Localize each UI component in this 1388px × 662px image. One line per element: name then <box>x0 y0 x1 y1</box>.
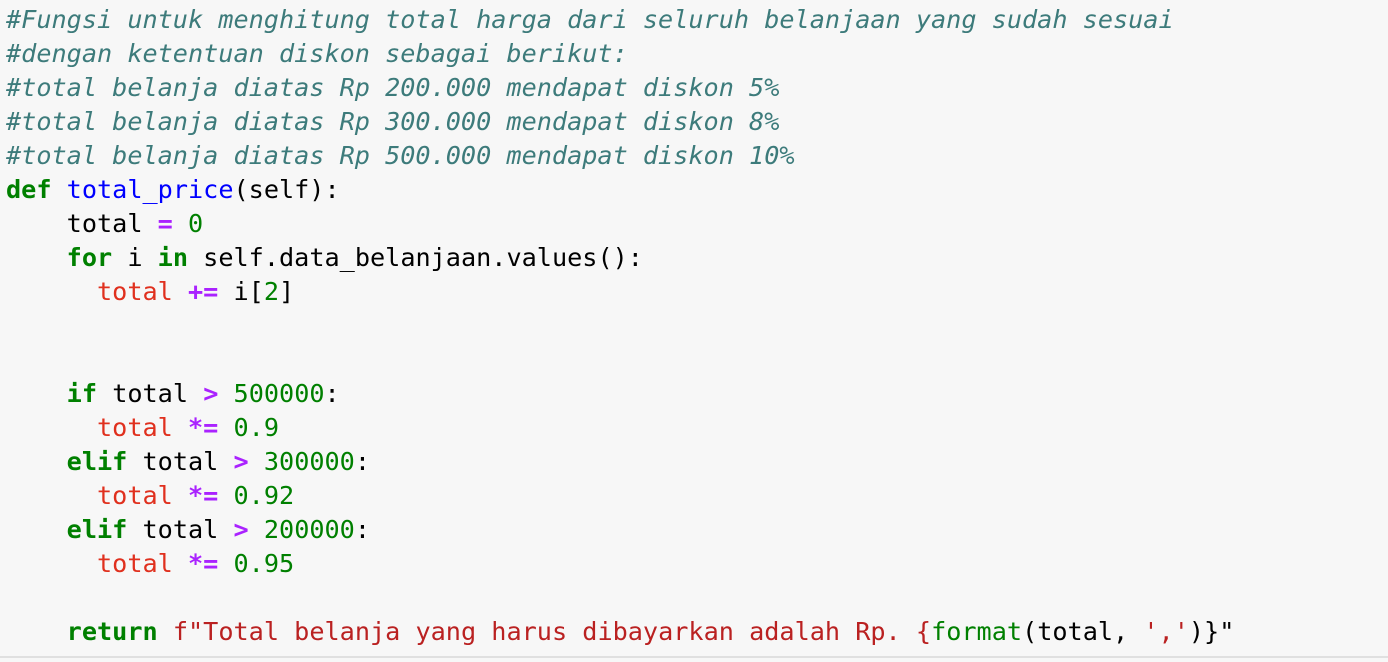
code-line-4: #total belanja diatas Rp 300.000 mendapa… <box>6 105 1388 139</box>
code-editor[interactable]: #Fungsi untuk menghitung total harga dar… <box>0 0 1388 649</box>
format-arguments: (total, <box>1022 617 1144 646</box>
number-literal: 300000 <box>263 447 355 476</box>
code-line-13: total *= 0.9 <box>6 411 1388 445</box>
code-line-12: if total > 500000: <box>6 377 1388 411</box>
variable-total: total <box>66 209 143 238</box>
function-signature: (self): <box>233 175 340 204</box>
variable-total: total <box>97 277 173 306</box>
variable-total: total <box>142 515 219 544</box>
operator-gt: > <box>233 515 249 544</box>
code-line-16: elif total > 200000: <box>6 513 1388 547</box>
number-literal: 0.95 <box>233 549 295 578</box>
code-line-2: #dengan ketentuan diskon sebagai berikut… <box>6 37 1388 71</box>
keyword-def: def <box>6 175 52 204</box>
variable-total: total <box>97 549 173 578</box>
keyword-if: if <box>66 379 98 408</box>
variable-total: total <box>142 447 219 476</box>
keyword-return: return <box>66 617 158 646</box>
keyword-elif: elif <box>66 447 128 476</box>
variable-total: total <box>112 379 189 408</box>
function-name: total_price <box>66 175 234 204</box>
number-literal: 500000 <box>233 379 325 408</box>
operator-times-assign: *= <box>188 481 219 510</box>
number-literal: 0.9 <box>233 413 280 442</box>
string-literal: ',' <box>1143 617 1189 646</box>
keyword-in: in <box>157 243 189 272</box>
comment: #total belanja diatas Rp 200.000 mendapa… <box>6 73 780 102</box>
number-literal: 2 <box>263 277 280 306</box>
colon: : <box>354 447 371 476</box>
code-line-19: return f"Total belanja yang harus dibaya… <box>6 615 1388 649</box>
variable-total: total <box>97 481 173 510</box>
keyword-elif: elif <box>66 515 128 544</box>
comment: #Fungsi untuk menghitung total harga dar… <box>6 5 1174 34</box>
code-line-6: def total_price(self): <box>6 173 1388 207</box>
comment: #total belanja diatas Rp 300.000 mendapa… <box>6 107 780 136</box>
keyword-for: for <box>66 243 113 272</box>
code-line-9: total += i[2] <box>6 275 1388 309</box>
fstring-literal: f"Total belanja yang harus dibayarkan ad… <box>172 617 932 646</box>
comment: #dengan ketentuan diskon sebagai berikut… <box>6 39 628 68</box>
operator-assign: = <box>157 209 173 238</box>
operator-gt: > <box>203 379 219 408</box>
code-line-17: total *= 0.95 <box>6 547 1388 581</box>
fstring-close: )}" <box>1188 617 1235 646</box>
code-line-5: #total belanja diatas Rp 500.000 mendapa… <box>6 139 1388 173</box>
iterable-expression: self.data_belanjaan.values(): <box>188 243 643 272</box>
code-line-7: total = 0 <box>6 207 1388 241</box>
comment: #total belanja diatas Rp 500.000 mendapa… <box>6 141 795 170</box>
code-line-1: #Fungsi untuk menghitung total harga dar… <box>6 3 1388 37</box>
number-literal: 0.92 <box>233 481 295 510</box>
loop-variable: i <box>112 243 158 272</box>
operator-gt: > <box>233 447 249 476</box>
index-close: ] <box>279 277 295 306</box>
code-cell[interactable]: #Fungsi untuk menghitung total harga dar… <box>0 0 1388 658</box>
index-expression: i[ <box>218 277 264 306</box>
variable-total: total <box>97 413 173 442</box>
operator-times-assign: *= <box>188 549 219 578</box>
colon: : <box>324 379 340 408</box>
operator-times-assign: *= <box>188 413 219 442</box>
colon: : <box>354 515 371 544</box>
code-line-14: elif total > 300000: <box>6 445 1388 479</box>
code-line-8: for i in self.data_belanjaan.values(): <box>6 241 1388 275</box>
number-literal: 200000 <box>263 515 355 544</box>
builtin-format: format <box>931 617 1023 646</box>
code-line-15: total *= 0.92 <box>6 479 1388 513</box>
code-line-3: #total belanja diatas Rp 200.000 mendapa… <box>6 71 1388 105</box>
number-literal: 0 <box>188 209 204 238</box>
operator-plus-assign: += <box>188 277 219 306</box>
